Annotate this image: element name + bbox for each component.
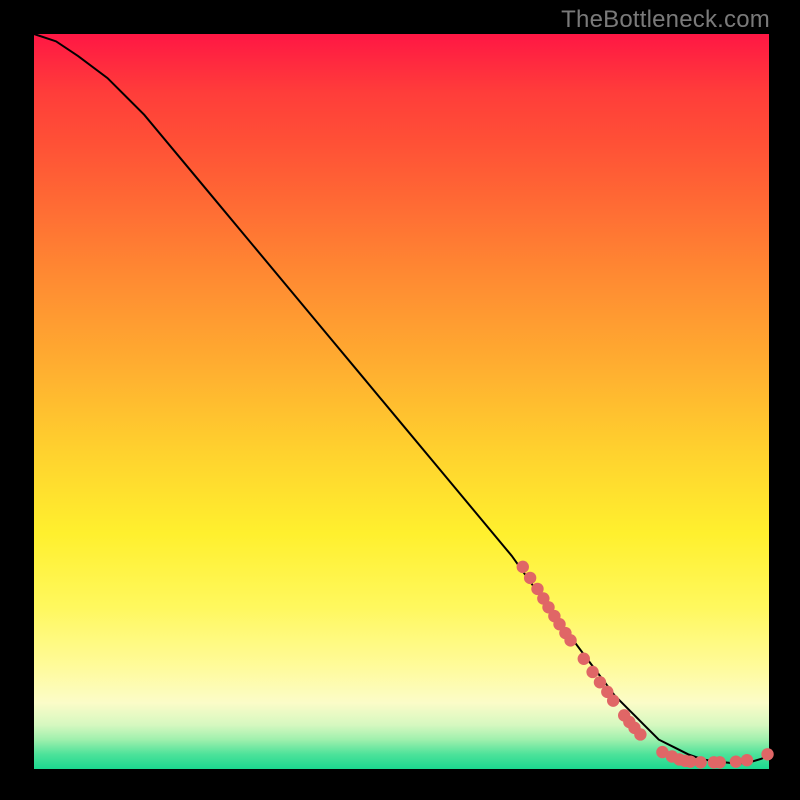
data-marker xyxy=(741,754,753,766)
chart-stage: TheBottleneck.com xyxy=(0,0,800,800)
bottleneck-curve xyxy=(34,34,769,763)
data-marker xyxy=(578,653,590,665)
watermark-text: TheBottleneck.com xyxy=(561,6,770,34)
chart-svg xyxy=(34,34,769,769)
data-marker xyxy=(524,572,536,584)
data-marker xyxy=(714,756,726,768)
data-marker xyxy=(607,694,619,706)
data-marker xyxy=(586,666,598,678)
data-marker xyxy=(694,756,706,768)
plot-area xyxy=(34,34,769,769)
data-marker xyxy=(730,755,742,767)
data-marker xyxy=(517,561,529,573)
data-marker xyxy=(761,748,773,760)
data-marker xyxy=(634,728,646,740)
data-markers xyxy=(517,561,774,769)
data-marker xyxy=(564,634,576,646)
